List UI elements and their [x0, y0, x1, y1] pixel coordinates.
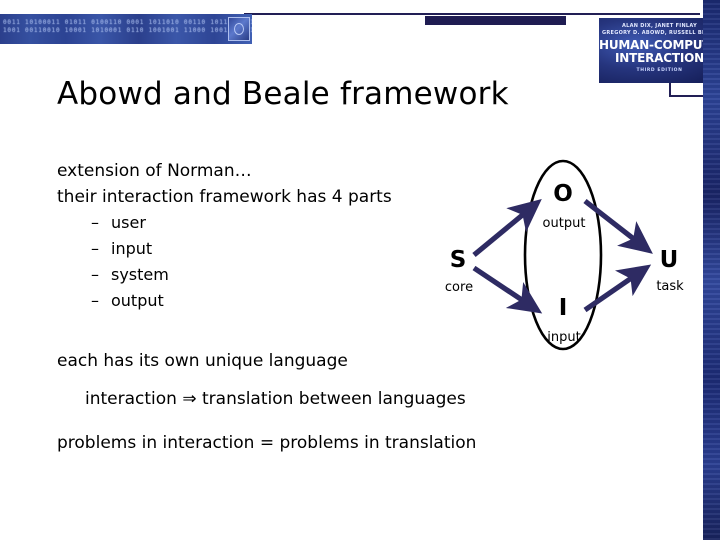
list-item-label: system — [111, 265, 169, 284]
node-symbol-input: I — [558, 295, 568, 321]
book-title-line-2: INTERACTION — [615, 51, 704, 65]
header-accent-block — [425, 16, 566, 25]
node-symbol-output: O — [553, 181, 573, 207]
conclusions-block: each has its own unique language interac… — [57, 349, 476, 455]
node-symbol-system: S — [449, 247, 467, 273]
conclusion-line-3: problems in interaction = problems in tr… — [57, 433, 477, 453]
conclusion-line-1: each has its own unique language — [57, 351, 348, 371]
list-item: – input — [57, 236, 392, 262]
binary-banner: 0011 10100011 01011 0100110 0001 1011010… — [0, 14, 252, 44]
conclusion-line-2: interaction ⇒ translation between langua… — [85, 389, 466, 409]
binary-texture: 0011 10100011 01011 0100110 0001 1011010… — [0, 14, 252, 44]
node-caption-output: output — [542, 216, 586, 231]
book-edition: THIRD EDITION — [636, 68, 683, 73]
book-title-line-1: HUMAN-COMPUTER — [599, 38, 720, 52]
list-item: – system — [57, 262, 392, 288]
page-title: Abowd and Beale framework — [57, 76, 509, 112]
body-text-block: extension of Norman… their interaction f… — [57, 158, 392, 314]
intro-line-2: their interaction framework has 4 parts — [57, 187, 392, 207]
list-item-label: user — [111, 213, 146, 232]
arrow-input-to-user — [583, 264, 652, 313]
list-item-label: output — [111, 291, 164, 310]
node-caption-user: task — [656, 279, 684, 294]
binary-row-1: 0011 10100011 01011 0100110 0001 1011010… — [3, 19, 252, 26]
book-cover-image: ALAN DIX, JANET FINLAY GREGORY D. ABOWD,… — [599, 18, 720, 83]
arrow-output-to-user — [583, 198, 653, 254]
bullet-dash: – — [91, 239, 99, 258]
node-caption-input: input — [547, 330, 581, 345]
intro-line-1: extension of Norman… — [57, 161, 252, 181]
bullet-dash: – — [91, 213, 99, 232]
binary-chip-icon — [228, 17, 250, 41]
bullet-dash: – — [91, 265, 99, 284]
node-caption-system: core — [444, 280, 474, 295]
list-item: – output — [57, 288, 392, 314]
list-item-label: input — [111, 239, 153, 258]
right-edge-stripe — [703, 0, 720, 540]
list-item: – user — [57, 210, 392, 236]
book-authors-line-2: GREGORY D. ABOWD, RUSSELL BEALE — [601, 29, 718, 36]
bullet-dash: – — [91, 291, 99, 310]
parts-list: – user – input – system – output — [57, 210, 392, 314]
header-rule — [244, 13, 700, 15]
interaction-framework-diagram: O output I input S core U task — [420, 150, 705, 360]
node-symbol-user: U — [659, 247, 679, 273]
binary-row-2: 1001 00110010 10001 1010001 0110 1001001… — [3, 27, 252, 34]
